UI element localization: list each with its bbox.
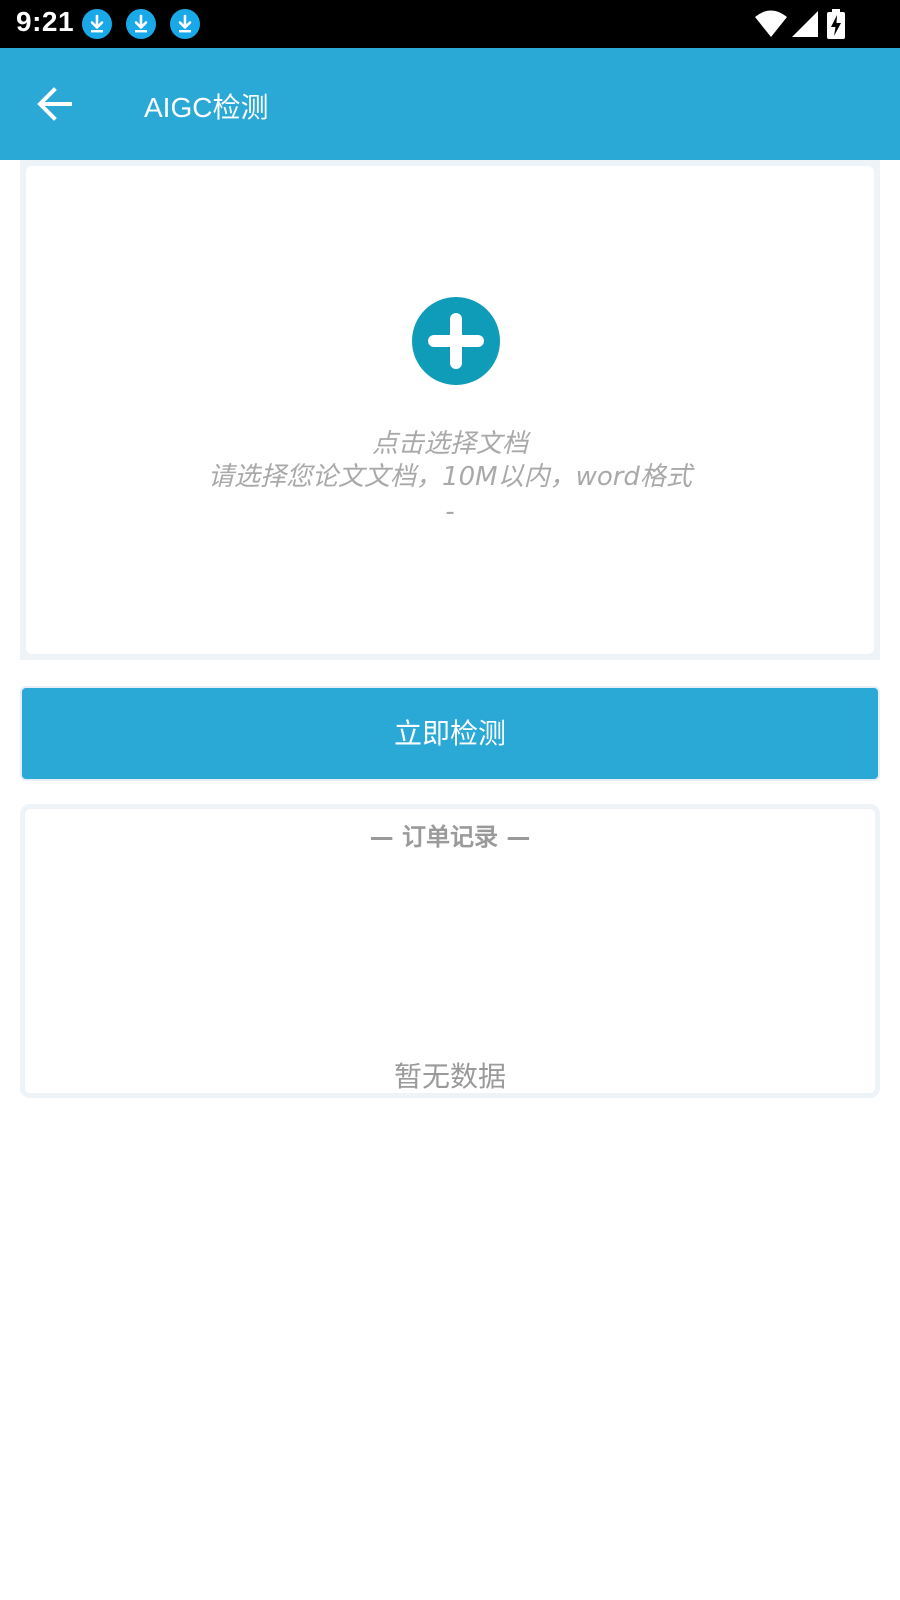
wifi-icon — [754, 8, 788, 40]
download-icon — [170, 9, 200, 39]
upload-prompt: 点击选择文档 — [371, 429, 528, 459]
app-bar: AIGC检测 — [0, 48, 900, 160]
order-records-card: — 订单记录 — 暂无数据 — [20, 804, 880, 1098]
empty-state-text: 暂无数据 — [393, 1060, 506, 1093]
selected-file-name: - — [445, 497, 455, 527]
upload-requirements: 请选择您论文文档，10M以内，word格式 — [208, 462, 692, 492]
upload-panel[interactable]: 点击选择文档 请选择您论文文档，10M以内，word格式 - — [26, 166, 874, 654]
document-upload-area[interactable]: 点击选择文档 请选择您论文文档，10M以内，word格式 - — [20, 160, 880, 660]
cell-signal-icon — [790, 8, 820, 40]
download-icon — [82, 9, 112, 39]
order-records-title: — 订单记录 — — [369, 823, 531, 851]
plus-circle-icon[interactable] — [412, 297, 500, 385]
download-icon — [126, 9, 156, 39]
arrow-left-icon[interactable] — [30, 78, 82, 130]
status-bar: 9:21 — [0, 0, 900, 48]
start-check-button[interactable]: 立即检测 — [20, 686, 880, 781]
page-title: AIGC检测 — [144, 92, 269, 123]
battery-charging-icon — [826, 8, 846, 40]
status-time: 9:21 — [16, 6, 75, 37]
